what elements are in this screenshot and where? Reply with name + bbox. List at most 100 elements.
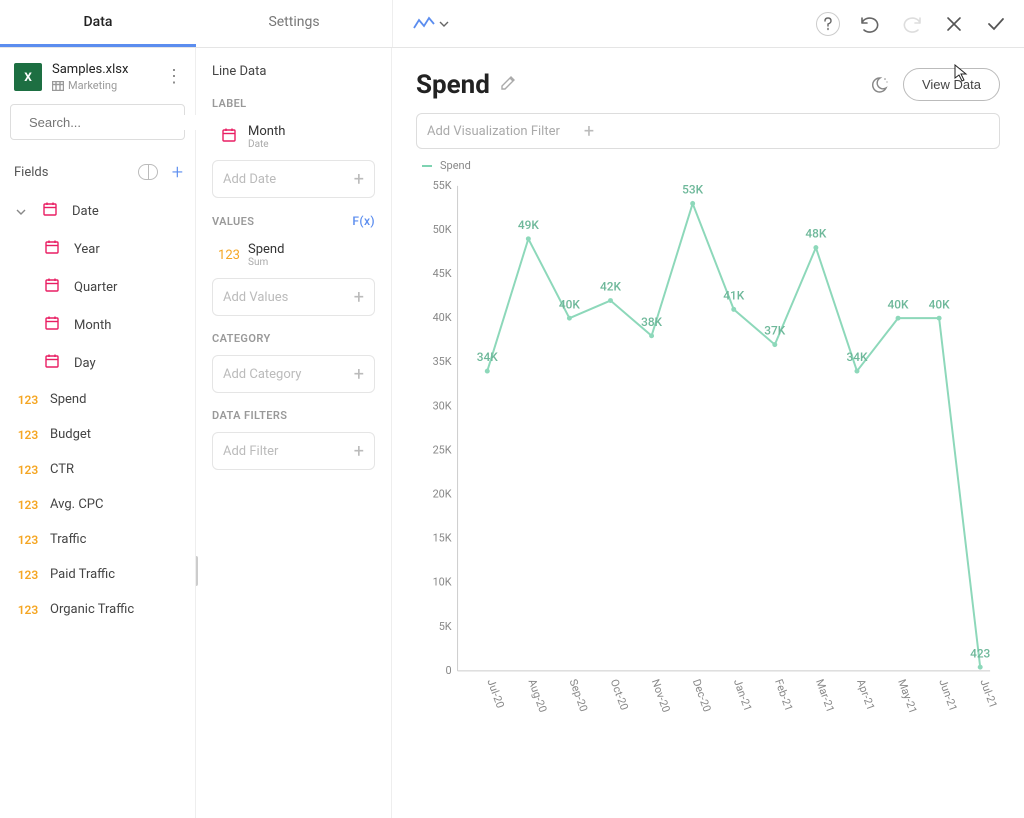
field-spend[interactable]: 123 Spend [12,382,183,417]
field-date[interactable]: Date [12,192,183,230]
svg-text:Oct-20: Oct-20 [608,677,631,711]
svg-text:Jul-21: Jul-21 [977,677,999,710]
svg-text:55K: 55K [433,179,452,192]
svg-text:0: 0 [446,664,452,677]
search-field[interactable] [29,115,205,130]
field-month[interactable]: Month [12,306,183,344]
svg-text:423: 423 [970,646,990,660]
svg-text:5K: 5K [439,620,452,633]
add-category-drop[interactable]: Add Category+ [212,355,375,393]
calendar-icon [38,202,62,220]
brain-icon[interactable] [138,164,158,180]
value-chip-spend[interactable]: 123 Spend Sum [212,238,375,272]
plus-icon: + [354,364,364,385]
tab-data[interactable]: Data [0,0,196,47]
line-chart-icon [413,16,435,32]
svg-text:41K: 41K [723,288,744,302]
svg-text:40K: 40K [929,297,950,311]
svg-text:40K: 40K [559,297,580,311]
svg-text:Jan-21: Jan-21 [731,677,755,713]
svg-text:Apr-21: Apr-21 [854,677,877,712]
label-chip-month[interactable]: Month Date [212,120,375,154]
svg-text:40K: 40K [888,297,909,311]
number-type-icon: 123 [16,428,40,442]
close-icon[interactable] [942,12,966,36]
line-chart: 0 5K 10K 15K 20K 25K 30K 35K 40K 45K 50K 55K Jul-20 A… [416,176,1000,808]
field-traffic[interactable]: 123 Traffic [12,522,183,557]
field-organic-traffic[interactable]: 123 Organic Traffic [12,592,183,627]
help-icon[interactable] [816,12,840,36]
svg-text:20K: 20K [433,488,452,501]
svg-text:45K: 45K [433,267,452,280]
svg-text:May-21: May-21 [895,677,919,715]
svg-text:37K: 37K [764,324,785,338]
plus-icon: + [354,441,364,462]
chart-title: Spend [416,70,490,100]
chevron-down-icon [439,21,449,27]
label-header: LABEL [212,97,247,110]
number-type-icon: 123 [16,533,40,547]
number-type-icon: 123 [218,248,240,263]
search-input[interactable] [10,104,185,140]
category-header: CATEGORY [212,332,271,345]
tab-settings[interactable]: Settings [196,0,392,47]
file-menu-icon[interactable]: ⋮ [165,68,183,86]
svg-text:10K: 10K [433,576,452,589]
chart-type-dropdown[interactable] [413,16,449,32]
add-field-icon[interactable]: + [172,160,183,184]
plus-icon: + [584,121,594,142]
number-type-icon: 123 [16,603,40,617]
svg-text:48K: 48K [805,227,826,241]
svg-text:Mar-21: Mar-21 [813,677,837,714]
confirm-icon[interactable] [984,12,1008,36]
svg-text:15K: 15K [433,532,452,545]
number-type-icon: 123 [16,393,40,407]
svg-text:34K: 34K [477,350,498,364]
fields-header: Fields [14,165,48,180]
view-data-button[interactable]: View Data [903,68,1000,101]
svg-text:49K: 49K [518,218,539,232]
number-type-icon: 123 [16,463,40,477]
svg-text:42K: 42K [600,280,621,294]
svg-text:53K: 53K [682,183,703,197]
add-values-drop[interactable]: Add Values+ [212,278,375,316]
scrollbar-thumb[interactable] [196,556,198,586]
config-title: Line Data [212,64,375,79]
number-type-icon: 123 [16,498,40,512]
calendar-icon [40,316,64,334]
field-avg-cpc[interactable]: 123 Avg. CPC [12,487,183,522]
svg-text:25K: 25K [433,443,452,456]
undo-icon[interactable] [858,12,882,36]
field-paid-traffic[interactable]: 123 Paid Traffic [12,557,183,592]
svg-text:50K: 50K [433,223,452,236]
svg-text:34K: 34K [846,350,867,364]
calendar-icon [218,128,240,146]
filters-header: DATA FILTERS [212,409,287,422]
field-day[interactable]: Day [12,344,183,382]
calendar-icon [40,278,64,296]
svg-text:Jul-20: Jul-20 [484,677,506,710]
svg-text:30K: 30K [433,399,452,412]
svg-text:35K: 35K [433,355,452,368]
svg-text:Feb-21: Feb-21 [772,677,796,712]
svg-text:Aug-20: Aug-20 [526,677,550,714]
fx-button[interactable]: F(x) [352,214,375,228]
table-icon [52,81,64,91]
field-quarter[interactable]: Quarter [12,268,183,306]
svg-text:Jun-21: Jun-21 [936,677,960,713]
legend-swatch [422,165,432,167]
redo-icon [900,12,924,36]
plus-icon: + [354,287,364,308]
add-date-drop[interactable]: Add Date+ [212,160,375,198]
field-ctr[interactable]: 123 CTR [12,452,183,487]
edit-title-icon[interactable] [500,75,516,95]
file-row[interactable]: X Samples.xlsx Marketing ⋮ [0,48,195,104]
theme-icon[interactable] [869,75,889,95]
field-budget[interactable]: 123 Budget [12,417,183,452]
field-year[interactable]: Year [12,230,183,268]
sheet-name: Marketing [52,79,155,92]
add-viz-filter[interactable]: Add Visualization Filter + [416,113,1000,149]
svg-text:Nov-20: Nov-20 [649,677,673,714]
svg-text:38K: 38K [641,315,662,329]
add-filter-drop[interactable]: Add Filter+ [212,432,375,470]
